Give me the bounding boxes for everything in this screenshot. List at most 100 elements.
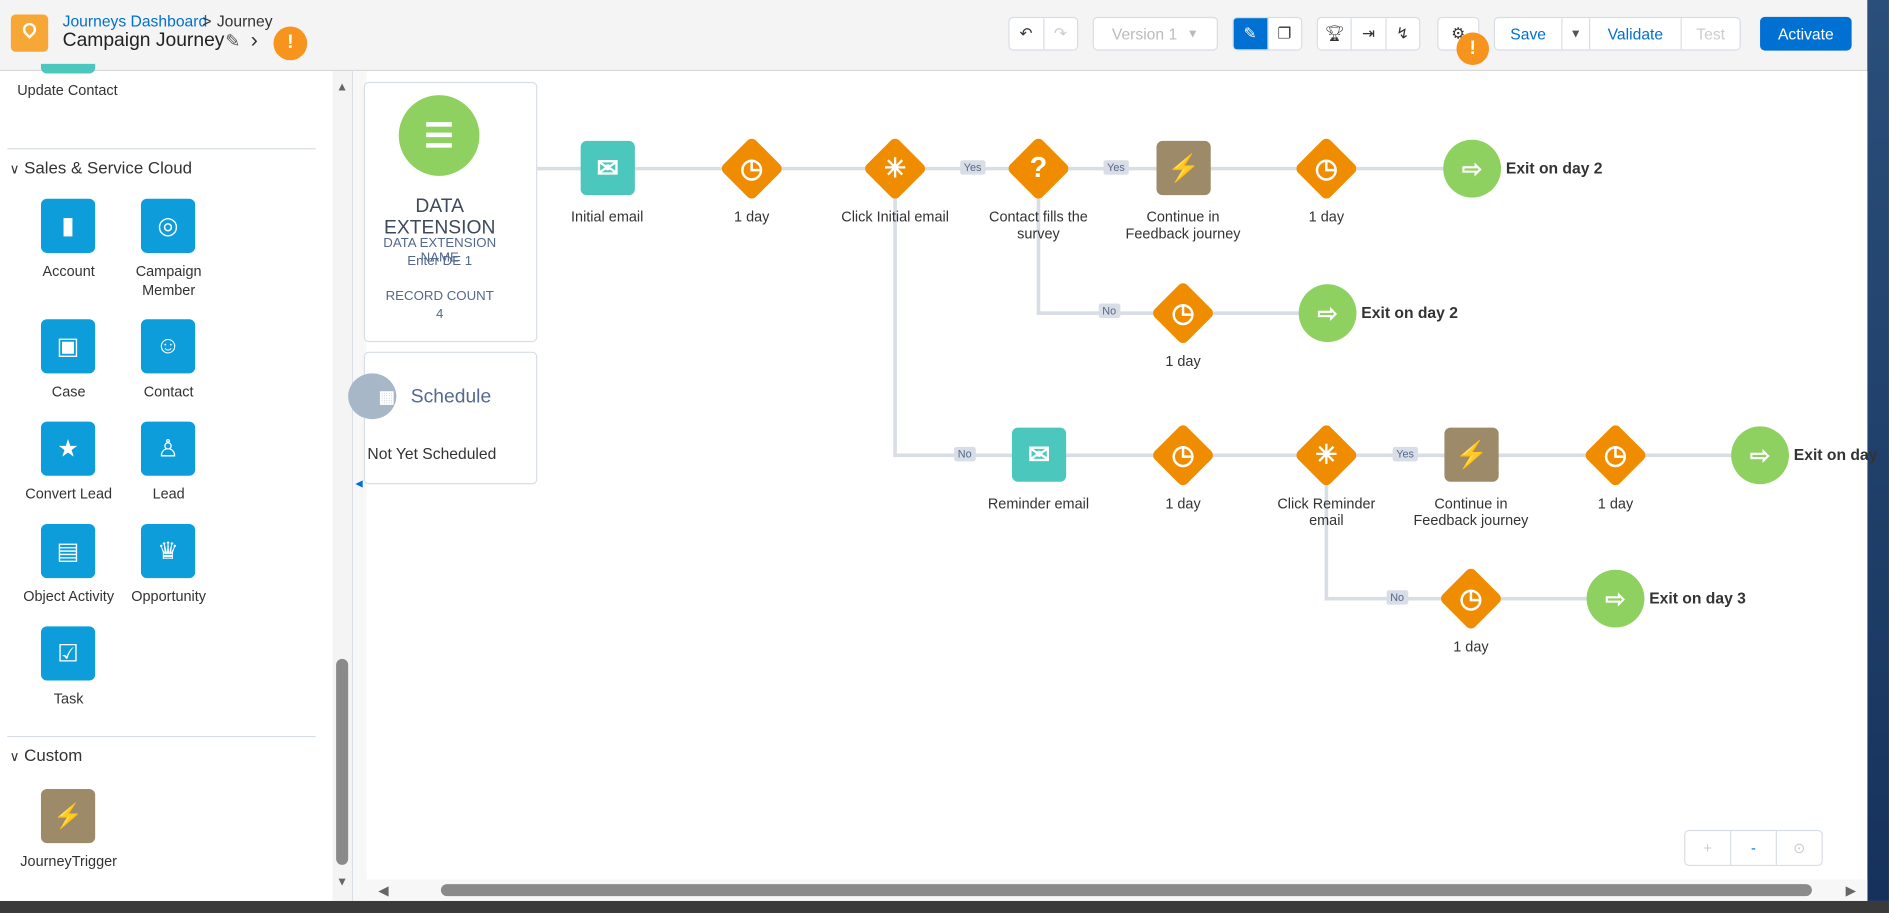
save-validate-group: Save ▼ Validate Test bbox=[1493, 16, 1741, 51]
version-select[interactable]: Version 1 ▼ bbox=[1092, 16, 1218, 51]
goal-trophy-icon[interactable]: 🏆︎ bbox=[1318, 18, 1353, 50]
opportunity-icon[interactable]: ♛ bbox=[140, 523, 196, 579]
goal-exit-group: 🏆︎ ⇥ ↯ bbox=[1316, 16, 1421, 51]
sidebar-scroll-thumb[interactable] bbox=[336, 658, 349, 865]
activate-label: Activate bbox=[1777, 24, 1834, 43]
record-count-label: RECORD COUNT bbox=[385, 289, 494, 304]
sidebar-item-label[interactable]: Account bbox=[14, 261, 122, 280]
sidebar-item-label[interactable]: Task bbox=[14, 689, 122, 708]
node-label: 1 day bbox=[1165, 352, 1201, 370]
campaign-member-icon[interactable]: ◎ bbox=[140, 198, 196, 253]
node-label: 1 day bbox=[1453, 638, 1489, 656]
calendar-icon: ▦ bbox=[348, 373, 397, 420]
lightning-badge-icon: ⚡ bbox=[1156, 140, 1211, 196]
exit-icon: ⇨ bbox=[1443, 139, 1502, 198]
zoom-reset-button[interactable]: ⊙ bbox=[1777, 831, 1822, 865]
copy-mode-icon[interactable]: ❐ bbox=[1268, 18, 1301, 49]
account-icon[interactable]: ▮ bbox=[40, 198, 96, 253]
sidebar-item-label[interactable]: Campaign Member bbox=[114, 261, 222, 300]
sidebar-item-label[interactable]: Opportunity bbox=[114, 587, 222, 606]
exit-icon: ⇨ bbox=[1586, 569, 1645, 628]
convert-lead-icon[interactable]: ★ bbox=[40, 421, 96, 476]
sidebar-item-label[interactable]: Object Activity bbox=[14, 587, 122, 606]
undo-button[interactable]: ↶ bbox=[1010, 18, 1044, 50]
data-extension-entry-card[interactable]: ☰ DATA EXTENSION DATA EXTENSION NAME Ent… bbox=[363, 81, 538, 343]
branch-label: No bbox=[1386, 590, 1408, 605]
zoom-out-button[interactable]: - bbox=[1731, 831, 1777, 865]
sidebar-item-label[interactable]: Case bbox=[14, 382, 122, 401]
de-name-value: Enter DE 1 bbox=[407, 254, 473, 269]
branch-label: Yes bbox=[1392, 446, 1418, 462]
update-contact-icon[interactable] bbox=[40, 63, 96, 74]
mode-group: ✎ ❐ bbox=[1232, 16, 1303, 51]
scroll-right-arrow-icon[interactable]: ▶ bbox=[1846, 883, 1856, 898]
case-icon[interactable]: ▣ bbox=[40, 319, 96, 374]
validate-button[interactable]: Validate bbox=[1590, 18, 1682, 50]
save-button[interactable]: Save bbox=[1495, 18, 1563, 50]
node-label: 1 day bbox=[1165, 495, 1201, 512]
chevron-down-icon: ∨ bbox=[9, 750, 20, 765]
node-label: Exit on day 3 bbox=[1649, 589, 1746, 608]
schedule-status: Not Yet Scheduled bbox=[367, 444, 497, 463]
redo-button[interactable]: ↷ bbox=[1044, 18, 1077, 49]
section-header[interactable]: ∨ Custom bbox=[10, 746, 83, 765]
canvas-scroll-thumb[interactable] bbox=[440, 884, 1812, 897]
sidebar-item-label[interactable]: Lead bbox=[114, 484, 222, 503]
scroll-down-arrow-icon[interactable]: ▼ bbox=[336, 876, 348, 889]
node-label: Continue in Feedback journey bbox=[1413, 495, 1529, 529]
contact-icon[interactable]: ☺ bbox=[140, 319, 196, 374]
entry-title: DATA EXTENSION bbox=[384, 196, 496, 239]
journey-canvas[interactable]: ☰ DATA EXTENSION DATA EXTENSION NAME Ent… bbox=[348, 71, 1877, 901]
collapse-arrow-icon[interactable]: ◀ bbox=[355, 478, 362, 489]
breadcrumb-journeys-dashboard[interactable]: Journeys Dashboard bbox=[63, 12, 208, 30]
canvas-horizontal-scrollbar[interactable]: ◀ ▶ bbox=[366, 879, 1868, 901]
edit-mode-pencil-icon[interactable]: ✎ bbox=[1233, 18, 1268, 50]
activity-sidebar: Update Contact ∨ Sales & Service Cloud ▮ Ac… bbox=[0, 63, 353, 901]
task-icon[interactable]: ☑ bbox=[40, 626, 96, 681]
node-label: 1 day bbox=[1597, 495, 1634, 512]
node-label: Initial email bbox=[571, 208, 644, 226]
envelope-icon: ✉ bbox=[1011, 427, 1067, 482]
schedule-card[interactable]: ▦ Schedule Not Yet Scheduled bbox=[348, 351, 538, 485]
lead-icon[interactable]: ♙ bbox=[140, 421, 196, 476]
node-label: Click Reminder email bbox=[1277, 495, 1376, 529]
test-button[interactable]: Test bbox=[1682, 18, 1740, 49]
section-header[interactable]: ∨ Sales & Service Cloud bbox=[10, 158, 192, 177]
chevron-right-icon[interactable]: › bbox=[251, 28, 258, 53]
envelope-icon: ✉ bbox=[580, 140, 635, 196]
section-title: Custom bbox=[24, 745, 83, 765]
exit-icon: ⇨ bbox=[1298, 284, 1357, 343]
zoom-controls: + - ⊙ bbox=[1684, 829, 1823, 867]
exit-icon: ⇨ bbox=[1731, 426, 1789, 485]
node-label: 1 day bbox=[734, 208, 770, 226]
zoom-in-button[interactable]: + bbox=[1685, 831, 1732, 865]
lightbulb-tip-icon[interactable]: ! bbox=[273, 26, 308, 61]
sidebar-scrollbar[interactable]: ▲ ▼ bbox=[332, 71, 352, 901]
branch-label: Yes bbox=[960, 160, 986, 175]
exit-criteria-icon[interactable]: ⇥ bbox=[1352, 18, 1387, 50]
branch-label: No bbox=[1098, 303, 1120, 318]
version-value: Version 1 bbox=[1111, 24, 1178, 43]
breadcrumb-separator: > bbox=[202, 12, 212, 31]
exit-lightning-icon[interactable]: ↯ bbox=[1386, 18, 1419, 49]
journey-trigger-icon[interactable]: ⚡ bbox=[40, 788, 96, 844]
edit-title-pencil-icon[interactable]: ✎ bbox=[225, 30, 240, 51]
node-label: Click Initial email bbox=[841, 208, 949, 226]
scroll-left-arrow-icon[interactable]: ◀ bbox=[378, 883, 388, 898]
journey-app-icon bbox=[10, 14, 49, 52]
section-title: Sales & Service Cloud bbox=[24, 157, 192, 178]
activate-button[interactable]: Activate bbox=[1760, 16, 1852, 51]
branch-label: No bbox=[954, 446, 976, 462]
lightbulb-tip-icon[interactable]: ! bbox=[1456, 32, 1490, 66]
scroll-up-arrow-icon[interactable]: ▲ bbox=[336, 81, 348, 94]
sidebar-item-label[interactable]: JourneyTrigger bbox=[14, 852, 122, 871]
breadcrumb-current: Journey bbox=[216, 12, 273, 31]
sidebar-item-label[interactable]: Contact bbox=[114, 382, 222, 401]
node-label: Reminder email bbox=[987, 495, 1090, 512]
save-options-dropdown-icon[interactable]: ▼ bbox=[1562, 18, 1591, 50]
node-label: Contact fills the survey bbox=[989, 208, 1088, 243]
connector-lines bbox=[537, 166, 1759, 601]
sidebar-item-label[interactable]: Convert Lead bbox=[14, 484, 122, 503]
sidebar-item-update-contact[interactable]: Update Contact bbox=[13, 81, 121, 100]
object-activity-icon[interactable]: ▤ bbox=[40, 523, 96, 579]
